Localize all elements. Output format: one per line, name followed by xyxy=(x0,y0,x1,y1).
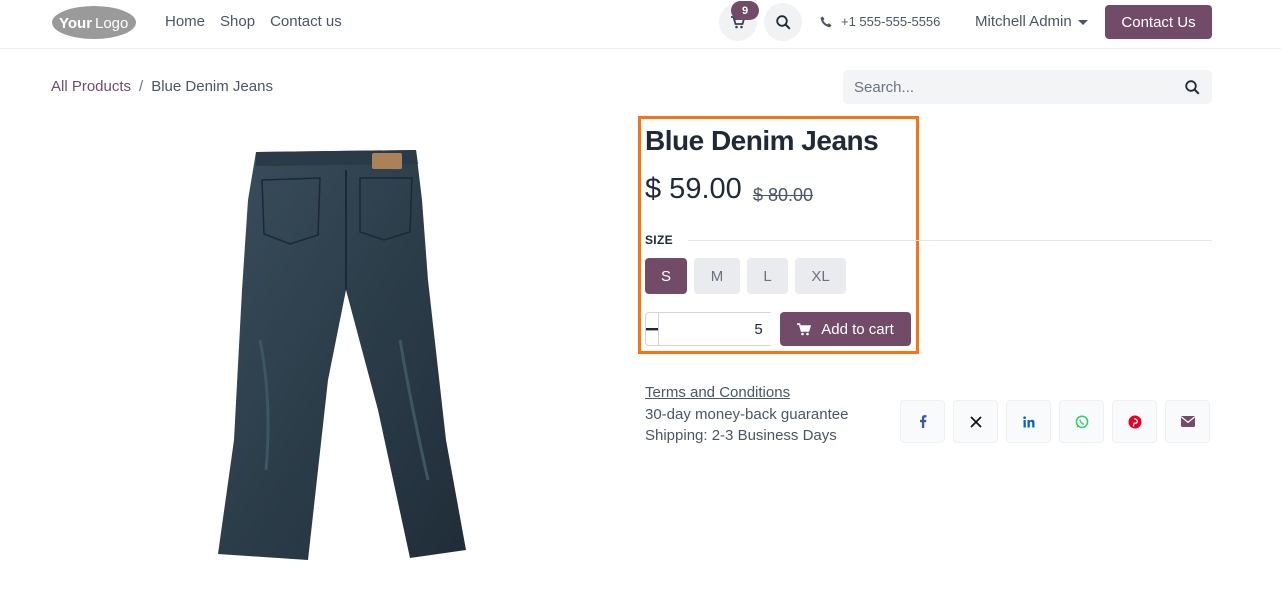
user-menu[interactable]: Mitchell Admin xyxy=(975,13,1088,30)
share-whatsapp-button[interactable] xyxy=(1059,400,1104,443)
phone-contact[interactable]: +1 555-555-5556 xyxy=(820,14,940,29)
header-search-button[interactable] xyxy=(764,3,802,41)
minus-icon xyxy=(646,328,658,331)
contact-us-button[interactable]: Contact Us xyxy=(1105,5,1212,39)
cart-icon xyxy=(797,322,812,335)
share-email-button[interactable] xyxy=(1165,400,1210,443)
product-old-price: $ 80.00 xyxy=(753,185,814,205)
user-name: Mitchell Admin xyxy=(975,13,1072,30)
search-icon xyxy=(775,14,791,30)
search-input[interactable] xyxy=(854,78,1154,96)
product-title: Blue Denim Jeans xyxy=(645,125,879,156)
main-nav: Home Shop Contact us xyxy=(165,13,342,30)
add-to-cart-button[interactable]: Add to cart xyxy=(780,312,911,346)
facebook-icon xyxy=(919,415,926,428)
size-options: S M L XL xyxy=(645,258,846,294)
breadcrumb-current: Blue Denim Jeans xyxy=(151,78,273,95)
nav-shop[interactable]: Shop xyxy=(220,13,255,30)
nav-home[interactable]: Home xyxy=(165,13,205,30)
quantity-stepper xyxy=(645,312,871,346)
pinterest-icon xyxy=(1128,415,1141,428)
phone-number: +1 555-555-5556 xyxy=(841,14,941,29)
product-search xyxy=(843,70,1212,104)
phone-icon xyxy=(820,16,832,27)
product-image[interactable] xyxy=(200,140,490,580)
add-to-cart-label: Add to cart xyxy=(821,320,894,338)
share-facebook-button[interactable] xyxy=(900,400,945,443)
size-label: SIZE xyxy=(645,233,673,247)
site-header: Your Logo Home Shop Contact us 9 +1 555-… xyxy=(0,0,1281,49)
nav-contact-us[interactable]: Contact us xyxy=(270,13,342,30)
caret-down-icon xyxy=(1077,20,1088,25)
size-option-s[interactable]: S xyxy=(645,258,687,294)
shipping-text: Shipping: 2-3 Business Days xyxy=(645,427,837,444)
svg-text:Your: Your xyxy=(59,15,92,32)
linkedin-icon xyxy=(1022,415,1034,427)
breadcrumb: All Products / Blue Denim Jeans xyxy=(51,78,273,95)
cart-count-badge: 9 xyxy=(731,1,759,20)
size-option-l[interactable]: L xyxy=(747,258,788,294)
share-pinterest-button[interactable] xyxy=(1112,400,1157,443)
decrease-quantity-button[interactable] xyxy=(646,313,658,345)
search-icon[interactable] xyxy=(1185,79,1200,95)
size-option-m[interactable]: M xyxy=(694,258,740,294)
share-linkedin-button[interactable] xyxy=(1006,400,1051,443)
svg-text:Logo: Logo xyxy=(95,15,128,32)
envelope-icon xyxy=(1180,416,1195,427)
size-option-xl[interactable]: XL xyxy=(795,258,846,294)
guarantee-text: 30-day money-back guarantee xyxy=(645,406,849,423)
product-price: $ 59.00 xyxy=(645,173,742,205)
company-logo[interactable]: Your Logo xyxy=(51,5,137,40)
size-divider xyxy=(688,240,1212,241)
share-x-button[interactable] xyxy=(953,400,998,443)
breadcrumb-all-products[interactable]: All Products xyxy=(51,78,131,95)
whatsapp-icon xyxy=(1075,414,1088,428)
breadcrumb-separator: / xyxy=(139,78,144,95)
x-icon xyxy=(969,415,982,428)
terms-link[interactable]: Terms and Conditions xyxy=(645,384,790,401)
share-buttons xyxy=(900,400,1210,443)
